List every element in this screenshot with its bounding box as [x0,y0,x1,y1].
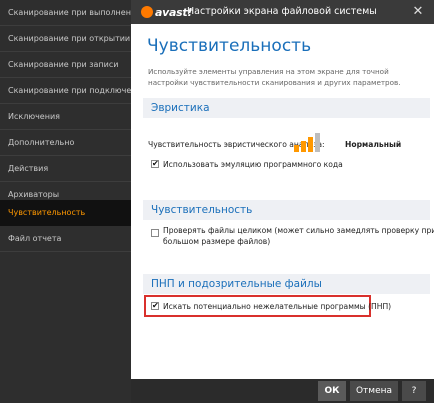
sensitivity-bar-3[interactable] [308,137,313,152]
sidebar: Сканирование при выполнении Сканирование… [0,0,131,403]
sidebar-item-on-execute[interactable]: Сканирование при выполнении [0,0,131,26]
heuristic-sensitivity-slider[interactable] [294,132,322,152]
section-pup-header: ПНП и подозрительные файлы [143,274,430,294]
whole-files-label-line2: большом размере файлов) [163,237,271,246]
sidebar-item-advanced[interactable]: Дополнительно [0,130,131,156]
ok-button[interactable]: ОК [318,381,346,401]
sidebar-item-report-file[interactable]: Файл отчета [0,226,131,252]
sidebar-item-on-mount[interactable]: Сканирование при подключении [0,78,131,104]
emulation-label: Использовать эмуляцию программного кода [163,160,343,169]
main-panel: Чувствительность Используйте элементы уп… [131,24,434,379]
sensitivity-bar-1[interactable] [294,145,299,152]
scan-pup-label: Искать потенциально нежелательные програ… [163,302,392,311]
sidebar-item-on-write[interactable]: Сканирование при записи [0,52,131,78]
avast-logo-icon [141,6,153,18]
page-title: Чувствительность [147,36,312,56]
section-sensitivity-header: Чувствительность [143,200,430,220]
button-bar: ОК Отмена ? [131,379,434,403]
sidebar-item-on-open[interactable]: Сканирование при открытии [0,26,131,52]
cancel-button[interactable]: Отмена [350,381,398,401]
sidebar-item-sensitivity[interactable]: Чувствительность [0,200,131,226]
whole-files-checkbox[interactable] [151,229,159,237]
close-icon[interactable]: ✕ [408,2,428,22]
page-description: Используйте элементы управления на этом … [148,67,401,87]
sidebar-item-exclusions[interactable]: Исключения [0,104,131,130]
avast-logo: avast! [141,5,192,19]
title-bar: avast! Настройки экрана файловой системы… [131,0,434,24]
section-heuristics-header: Эвристика [143,98,430,118]
scan-pup-checkbox[interactable]: ✔ [151,302,159,310]
emulation-checkbox[interactable]: ✔ [151,160,159,168]
whole-files-label: Проверять файлы целиком (может сильно за… [163,225,434,247]
sidebar-item-actions[interactable]: Действия [0,156,131,182]
heuristic-sensitivity-value: Нормальный [345,140,402,149]
whole-files-label-line1: Проверять файлы целиком (может сильно за… [163,226,434,235]
window-title: Настройки экрана файловой системы [187,6,377,17]
sensitivity-bar-4[interactable] [315,133,320,152]
sensitivity-bar-2[interactable] [301,141,306,152]
help-button[interactable]: ? [402,381,426,401]
